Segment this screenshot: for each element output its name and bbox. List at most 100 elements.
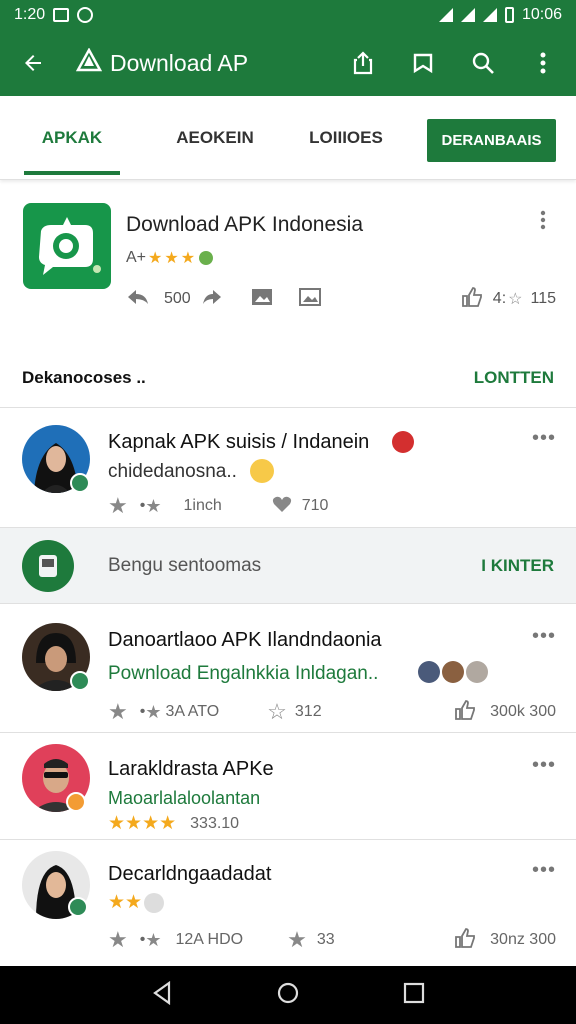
- reaction-avatars: [418, 661, 488, 683]
- item-meta: ★ • ★ 12A HDO ★ 33 30nz 300: [108, 927, 556, 953]
- verified-badge-icon: [70, 671, 90, 691]
- item-meta-right: 30nz 300: [490, 931, 556, 948]
- item-subtitle: chidedanosna..: [108, 461, 237, 482]
- status-bar: 1:20 10:06: [0, 0, 576, 30]
- item-title: Larakldrasta APKe: [108, 758, 274, 780]
- active-tab-indicator: [24, 171, 120, 175]
- thumbs-up-icon[interactable]: [461, 286, 483, 312]
- item-meta-right: 300k 300: [490, 703, 556, 720]
- star-icon: ★: [164, 250, 179, 267]
- emoji-icon: [250, 459, 274, 483]
- emoji-badge-icon: [66, 792, 86, 812]
- star-icon: ★★: [108, 892, 143, 913]
- green-leaf-icon: [199, 251, 214, 265]
- item-title: Kapnak APK suisis / Indanein: [108, 431, 370, 453]
- stat-rating-a: 4:: [492, 290, 507, 307]
- list-item[interactable]: Decarldngaadadat ★★ ★ • ★ 12A HDO ★ 33 3…: [0, 841, 576, 966]
- list-item[interactable]: Larakldrasta APKe Maoarlalaloolantan ★★★…: [0, 734, 576, 840]
- image-icon[interactable]: [251, 288, 273, 311]
- item-rating: ★★: [108, 891, 165, 914]
- avatar-small: [466, 661, 488, 683]
- avatar-small: [442, 661, 464, 683]
- item-subtitle: Maoarlalaloolantan: [108, 788, 261, 808]
- list-item[interactable]: Danoartlaoo APK Ilandndaonia Pownload En…: [0, 605, 576, 733]
- gallery-icon[interactable]: [298, 287, 321, 311]
- star-outline-icon[interactable]: ☆: [267, 699, 287, 725]
- item-meta-right: 710: [301, 497, 329, 514]
- tab-action-button[interactable]: DERANBAAIS: [427, 119, 556, 162]
- star-outline-icon: ☆: [508, 291, 523, 308]
- star-icon: ★: [108, 493, 128, 518]
- thumbs-up-icon[interactable]: [454, 699, 476, 725]
- item-meta: ★ • ★ 1inch 710: [108, 493, 556, 519]
- verified-badge-icon: [68, 897, 88, 917]
- promo-image: [22, 539, 74, 592]
- tab-loiiioes[interactable]: LOIIIOES: [290, 96, 402, 180]
- promo-action-link[interactable]: I KINTER: [481, 556, 554, 576]
- more-vert-icon[interactable]: [526, 46, 560, 80]
- stat-downloads: 500: [164, 290, 191, 307]
- star-icon: ★: [145, 701, 162, 722]
- more-horiz-icon[interactable]: •••: [532, 754, 556, 777]
- signal-icon: [460, 8, 475, 22]
- section-header: Dekanocoses .. LONTTEN: [0, 348, 576, 408]
- promo-text: Bengu sentoomas: [108, 554, 262, 576]
- star-icon: ★: [148, 250, 163, 267]
- system-nav-bar: [0, 966, 576, 1024]
- item-title: Danoartlaoo APK Ilandndaonia: [108, 629, 382, 651]
- item-title: Decarldngaadadat: [108, 863, 272, 885]
- app-notification-icon: [77, 7, 94, 23]
- more-vert-icon[interactable]: [540, 210, 556, 234]
- share-icon[interactable]: [346, 46, 380, 80]
- verified-badge-icon: [70, 473, 90, 493]
- promo-row[interactable]: Bengu sentoomas I KINTER: [0, 528, 576, 604]
- photo-notification-icon: [53, 8, 70, 22]
- app-bar-title: Download AP: [110, 49, 249, 76]
- app-rating: A+ ★ ★ ★: [126, 248, 214, 268]
- item-meta-mid: 312: [294, 703, 322, 720]
- app-bar: Download AP: [0, 30, 576, 96]
- star-icon: ★★★★: [108, 813, 177, 834]
- forward-icon[interactable]: [201, 288, 223, 311]
- signal2-icon: [482, 8, 497, 22]
- status-clock: 10:06: [521, 6, 562, 23]
- star-icon[interactable]: ★: [287, 927, 307, 953]
- tab-apkak[interactable]: APKAK: [24, 96, 120, 180]
- list-item[interactable]: Kapnak APK suisis / Indanein chidedanosn…: [0, 409, 576, 528]
- more-horiz-icon[interactable]: •••: [532, 427, 556, 450]
- item-meta-left: 3A ATO: [165, 703, 220, 720]
- heart-icon[interactable]: [272, 495, 292, 518]
- app-icon[interactable]: [23, 203, 111, 289]
- search-icon[interactable]: [466, 46, 500, 80]
- item-meta-left: 333.10: [190, 814, 240, 832]
- star-icon: ★: [145, 495, 162, 516]
- star-icon: ★: [108, 699, 128, 724]
- thumbs-up-icon[interactable]: [454, 927, 476, 953]
- nav-back-icon[interactable]: [151, 980, 173, 1010]
- star-icon: ★: [145, 929, 162, 950]
- avatar-small: [418, 661, 440, 683]
- tab-aeokein[interactable]: AEOKEIN: [160, 96, 270, 180]
- more-horiz-icon[interactable]: •••: [532, 625, 556, 648]
- wifi-icon: [438, 8, 453, 22]
- status-time: 1:20: [14, 6, 46, 23]
- share-arrow-icon[interactable]: [126, 288, 150, 311]
- nav-recents-icon[interactable]: [403, 982, 425, 1009]
- item-meta: ★★★★ 333.10: [108, 812, 556, 835]
- app-header-card: Download APK Indonesia A+ ★ ★ ★ 500 4: ☆…: [0, 188, 576, 338]
- heart-emoji-icon: [392, 431, 414, 453]
- item-subtitle: Pownload Engalnkkia Inldagan..: [108, 663, 379, 684]
- section-title: Dekanocoses ..: [22, 367, 146, 387]
- item-meta: ★ • ★ 3A ATO ☆ 312 300k 300: [108, 699, 556, 725]
- bookmark-icon[interactable]: [406, 46, 440, 80]
- star-icon: ★: [180, 250, 196, 267]
- more-horiz-icon[interactable]: •••: [532, 859, 556, 882]
- back-arrow-icon[interactable]: [16, 46, 50, 80]
- app-stats-row: 500 4: ☆ 115: [126, 286, 556, 312]
- section-action-link[interactable]: LONTTEN: [474, 368, 554, 388]
- emoji-icon: [144, 892, 165, 913]
- nav-home-icon[interactable]: [276, 981, 300, 1010]
- star-icon: ★: [108, 927, 128, 952]
- item-meta-left: 12A HDO: [175, 931, 244, 948]
- app-name: Download APK Indonesia: [126, 213, 363, 236]
